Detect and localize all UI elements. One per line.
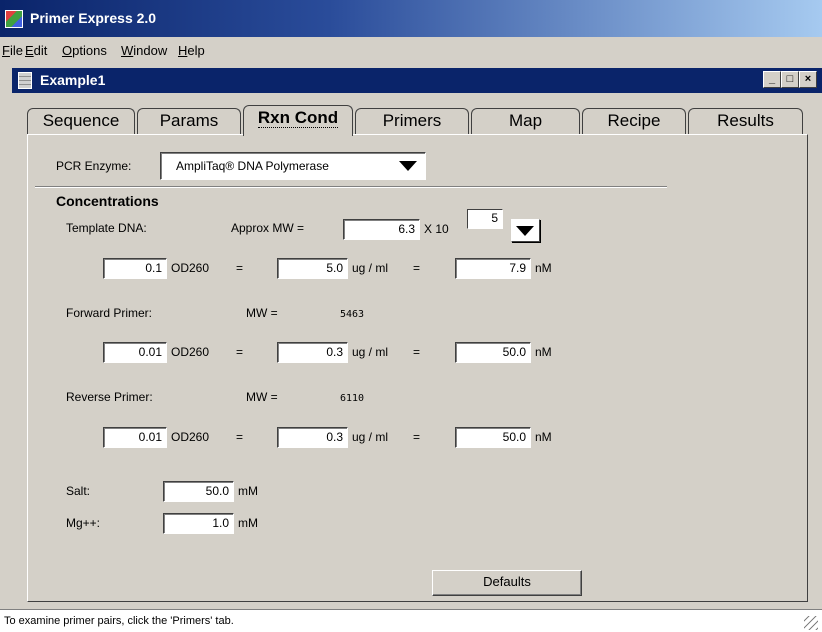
equals-label: = <box>413 430 421 444</box>
tab-results[interactable]: Results <box>688 108 803 135</box>
template-mw-field[interactable]: 6.3 <box>343 219 420 240</box>
equals-label: = <box>413 261 421 275</box>
nm-label: nM <box>535 261 552 275</box>
ugml-label: ug / ml <box>352 345 389 359</box>
app-title: Primer Express 2.0 <box>30 10 157 26</box>
equals-label: = <box>236 261 244 275</box>
app-titlebar: Primer Express 2.0 <box>0 0 822 37</box>
chevron-down-icon <box>516 226 534 236</box>
tab-map[interactable]: Map <box>471 108 580 135</box>
x10-label: X 10 <box>424 222 449 236</box>
forward-od260-field[interactable]: 0.01 <box>103 342 167 363</box>
app-icon[interactable] <box>5 10 23 28</box>
pcr-enzyme-value: AmpliTaq® DNA Polymerase <box>176 159 329 173</box>
document-icon[interactable] <box>18 72 32 89</box>
pcr-enzyme-label: PCR Enzyme: <box>56 159 132 173</box>
tab-recipe[interactable]: Recipe <box>582 108 686 135</box>
tab-rxn-cond[interactable]: Rxn Cond <box>243 105 353 136</box>
reverse-mw-value: 6110 <box>340 393 365 404</box>
pcr-enzyme-select[interactable]: AmpliTaq® DNA Polymerase <box>160 152 426 180</box>
reverse-nm-field[interactable]: 50.0 <box>455 427 531 448</box>
mg-label: Mg++: <box>66 516 101 530</box>
defaults-button[interactable]: Defaults <box>432 570 582 596</box>
ugml-label: ug / ml <box>352 261 389 275</box>
menu-help[interactable]: Help <box>178 43 205 58</box>
menu-file[interactable]: File <box>2 43 23 58</box>
tab-primers[interactable]: Primers <box>355 108 469 135</box>
maximize-button[interactable]: □ <box>781 71 799 88</box>
equals-label: = <box>236 345 244 359</box>
mg-unit: mM <box>238 516 258 530</box>
tab-params[interactable]: Params <box>137 108 241 135</box>
equals-label: = <box>413 345 421 359</box>
divider <box>35 186 667 188</box>
forward-primer-label: Forward Primer: <box>66 306 153 320</box>
od260-label: OD260 <box>171 261 210 275</box>
template-od260-field[interactable]: 0.1 <box>103 258 167 279</box>
reverse-od260-field[interactable]: 0.01 <box>103 427 167 448</box>
statusbar: To examine primer pairs, click the 'Prim… <box>0 609 822 632</box>
equals-label: = <box>236 430 244 444</box>
od260-label: OD260 <box>171 430 210 444</box>
forward-nm-field[interactable]: 50.0 <box>455 342 531 363</box>
status-text: To examine primer pairs, click the 'Prim… <box>4 615 234 627</box>
resize-grip-icon[interactable] <box>804 616 818 630</box>
forward-ugml-field[interactable]: 0.3 <box>277 342 348 363</box>
mg-field[interactable]: 1.0 <box>163 513 234 534</box>
menubar: File Edit Options Window Help <box>0 37 822 65</box>
menu-window[interactable]: Window <box>121 43 167 58</box>
od260-label: OD260 <box>171 345 210 359</box>
reverse-primer-label: Reverse Primer: <box>66 390 153 404</box>
menu-options[interactable]: Options <box>62 43 107 58</box>
forward-mw-value: 5463 <box>340 309 365 320</box>
concentrations-heading: Concentrations <box>56 193 159 209</box>
template-ugml-field[interactable]: 5.0 <box>277 258 348 279</box>
forward-mw-label: MW = <box>246 306 278 320</box>
menu-edit[interactable]: Edit <box>25 43 47 58</box>
template-nm-field[interactable]: 7.9 <box>455 258 531 279</box>
salt-field[interactable]: 50.0 <box>163 481 234 502</box>
close-button[interactable]: × <box>799 71 817 88</box>
document-title: Example1 <box>40 72 106 88</box>
document-titlebar: Example1 _ □ × <box>12 68 822 93</box>
approx-mw-label: Approx MW = <box>231 221 305 235</box>
nm-label: nM <box>535 345 552 359</box>
minimize-button[interactable]: _ <box>763 71 781 88</box>
salt-label: Salt: <box>66 484 91 498</box>
nm-label: nM <box>535 430 552 444</box>
exponent-dropdown-button[interactable] <box>511 219 540 242</box>
chevron-down-icon[interactable] <box>399 161 417 171</box>
template-dna-label: Template DNA: <box>66 221 147 235</box>
reverse-mw-label: MW = <box>246 390 278 404</box>
mw-exponent-field[interactable]: 5 <box>467 209 503 229</box>
ugml-label: ug / ml <box>352 430 389 444</box>
salt-unit: mM <box>238 484 258 498</box>
reverse-ugml-field[interactable]: 0.3 <box>277 427 348 448</box>
tab-sequence[interactable]: Sequence <box>27 108 135 135</box>
